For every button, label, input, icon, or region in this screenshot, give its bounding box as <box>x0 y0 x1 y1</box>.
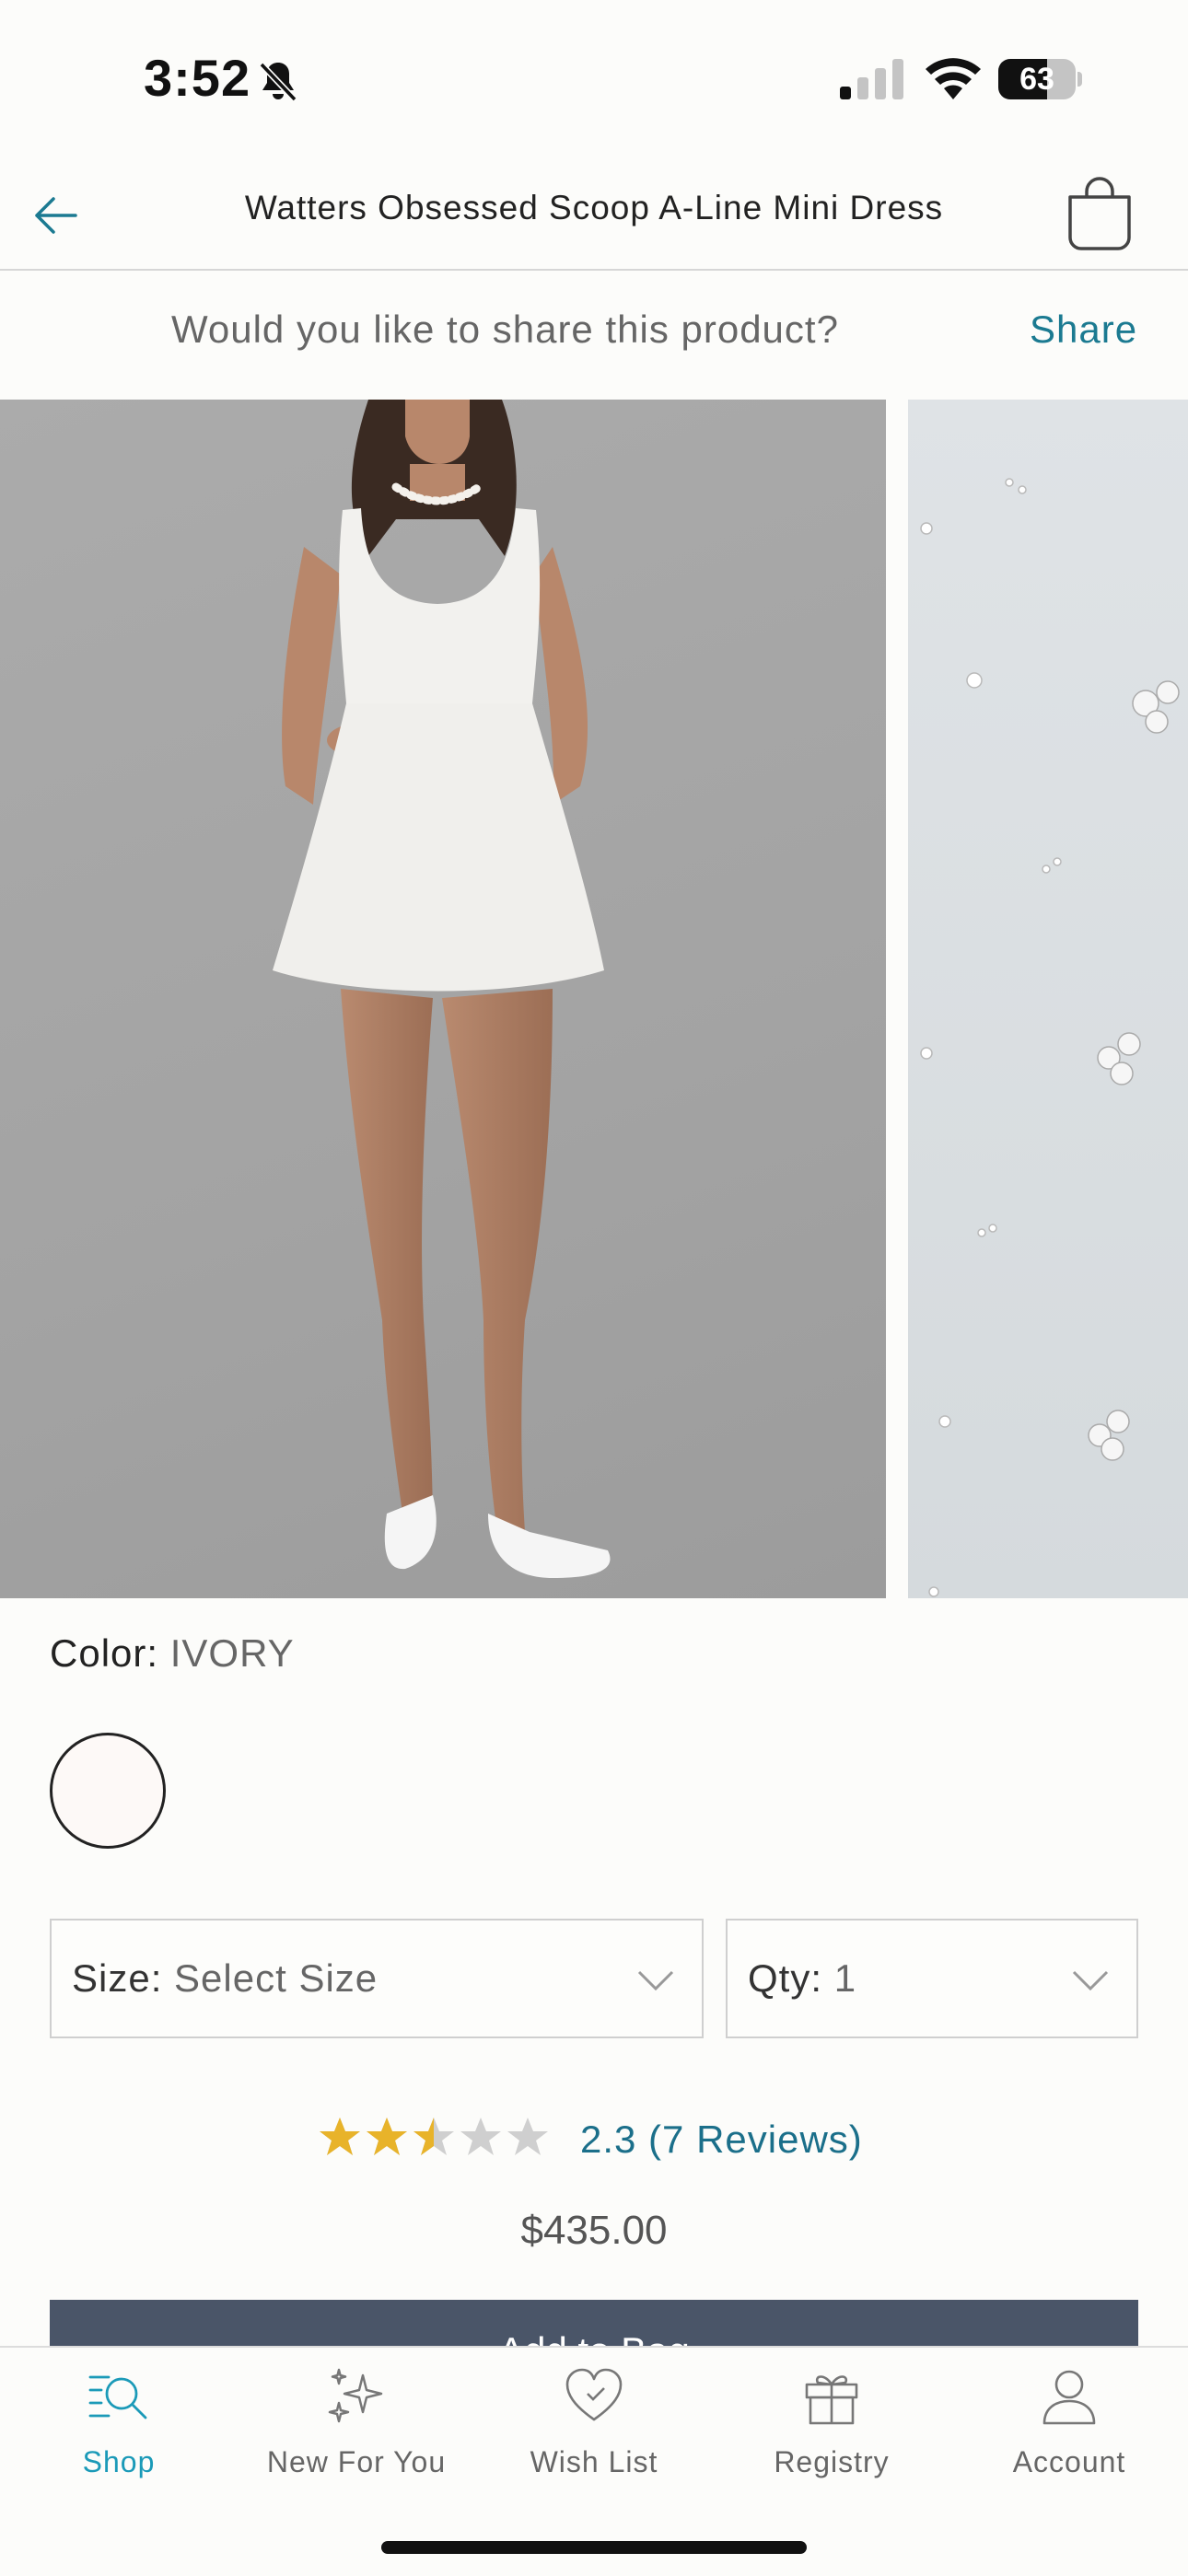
heart-icon <box>565 2368 623 2421</box>
star-icon <box>460 2118 501 2155</box>
star-icon <box>413 2118 454 2155</box>
share-button[interactable]: Share <box>1030 307 1137 352</box>
tab-label-account: Account <box>1012 2445 1126 2478</box>
dress-model-photo <box>273 400 611 1578</box>
tab-new-for-you[interactable]: New For You <box>238 2348 475 2513</box>
tab-registry[interactable]: Registry <box>713 2348 950 2513</box>
battery-icon: 63 <box>998 59 1082 99</box>
tab-label-registry: Registry <box>774 2445 890 2478</box>
quantity-select[interactable]: Qty: 1 <box>726 1919 1138 2038</box>
tab-label-wish-list: Wish List <box>530 2445 658 2478</box>
battery-level: 63 <box>1019 62 1054 97</box>
star-icon <box>320 2118 360 2155</box>
reviews-link[interactable]: 2.3 (7 Reviews) <box>580 2118 863 2162</box>
size-label: Size: <box>72 1956 163 2000</box>
chevron-down-icon <box>637 1970 674 1991</box>
product-header: Watters Obsessed Scoop A-Line Mini Dress <box>0 162 1188 271</box>
share-question: Would you like to share this product? <box>171 307 839 351</box>
star-icon <box>507 2118 548 2155</box>
size-value: Select Size <box>174 1956 379 2000</box>
color-swatch-ivory[interactable] <box>50 1733 166 1849</box>
bell-slash-icon <box>259 62 297 102</box>
qty-label: Qty: <box>748 1956 823 2000</box>
fabric-detail-photo <box>920 478 1180 1597</box>
status-bar: 3:52 63 <box>0 0 1188 162</box>
tab-label-shop: Shop <box>82 2445 156 2478</box>
cellular-signal-icon <box>840 59 903 99</box>
product-image-detail[interactable] <box>908 400 1188 1598</box>
page-title: Watters Obsessed Scoop A-Line Mini Dress <box>244 189 944 226</box>
arrow-left-icon[interactable] <box>29 190 81 241</box>
tab-shop[interactable]: Shop <box>0 2348 238 2513</box>
search-list-icon <box>88 2375 147 2419</box>
gift-icon <box>805 2375 858 2425</box>
status-time: 3:52 <box>144 49 251 107</box>
person-icon <box>1042 2370 1096 2425</box>
qty-value: 1 <box>833 1956 857 2000</box>
wifi-icon <box>926 58 981 99</box>
chevron-down-icon <box>1072 1970 1109 1991</box>
tab-label-new-for-you: New For You <box>266 2445 447 2478</box>
color-label-text: Color: <box>50 1631 159 1675</box>
shopping-bag-icon[interactable] <box>1065 177 1135 250</box>
product-price: $435.00 <box>520 2208 668 2253</box>
size-select[interactable]: Size: Select Size <box>50 1919 704 2038</box>
tab-account[interactable]: Account <box>950 2348 1188 2513</box>
home-indicator[interactable] <box>381 2541 807 2554</box>
sparkles-icon <box>328 2368 383 2423</box>
share-bar: Would you like to share this product? Sh… <box>0 271 1188 400</box>
product-image-main[interactable] <box>0 400 886 1598</box>
tab-wish-list[interactable]: Wish List <box>475 2348 713 2513</box>
color-value: IVORY <box>169 1631 295 1675</box>
star-icon <box>367 2118 407 2155</box>
color-label: Color: IVORY <box>50 1631 295 1676</box>
